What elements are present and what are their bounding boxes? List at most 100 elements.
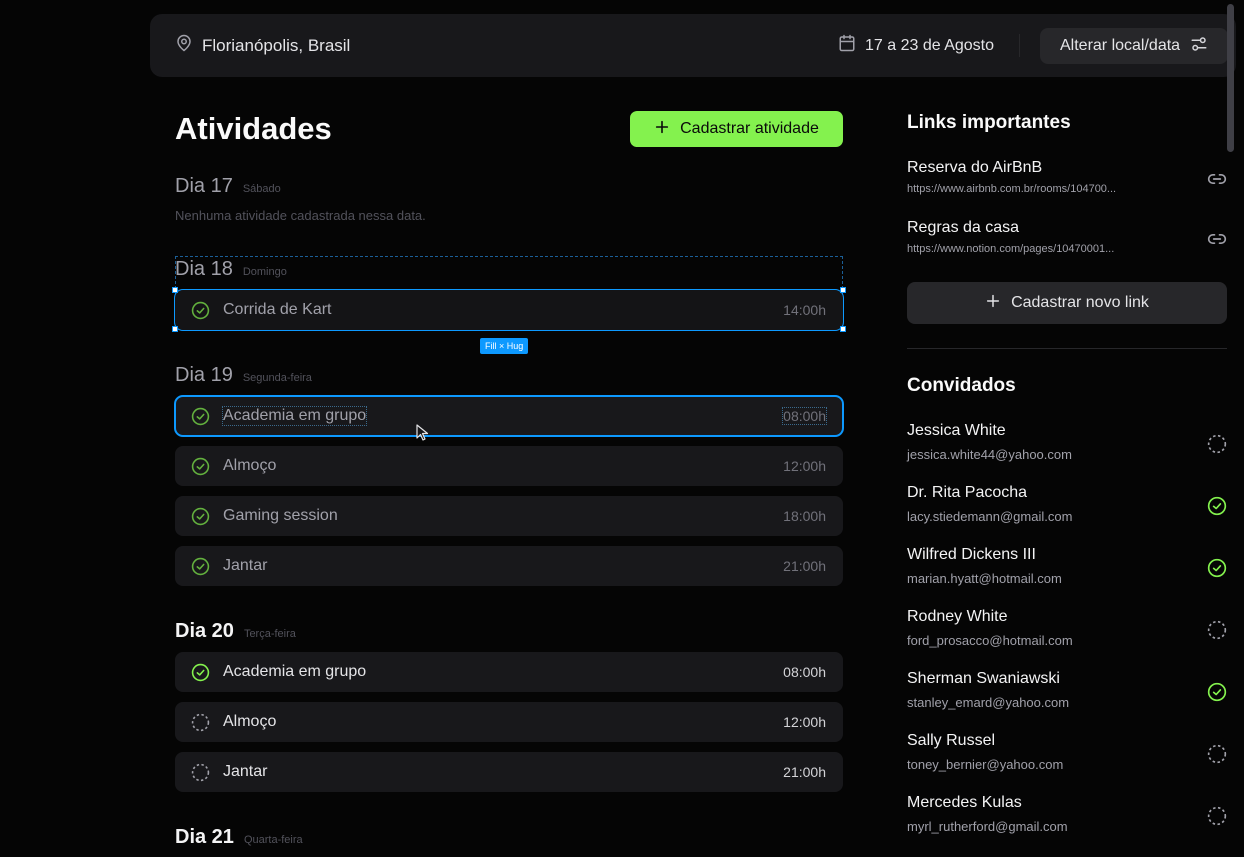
day-weekday: Sábado (242, 183, 281, 195)
guest-item: Wilfred Dickens III marian.hyatt@hotmail… (907, 546, 1227, 596)
change-button-label: Alterar local/data (1060, 37, 1181, 54)
day-weekday: Segunda-feira (242, 372, 312, 384)
guest-email: myrl_rutherford@gmail.com (907, 819, 1068, 834)
guest-item: Sherman Swaniawski stanley_emard@yahoo.c… (907, 670, 1227, 720)
dashed-circle-icon (191, 713, 210, 732)
guest-name: Wilfred Dickens III (907, 546, 1036, 563)
guest-email: stanley_emard@yahoo.com (907, 695, 1070, 710)
check-circle-icon (191, 407, 210, 426)
activity-row[interactable]: Jantar 21:00h (175, 752, 843, 792)
day-header: Dia 18 Domingo (175, 258, 287, 281)
link-url[interactable]: https://www.airbnb.com.br/rooms/104700..… (907, 183, 1227, 195)
resize-handle[interactable] (172, 326, 178, 332)
add-link-label: Cadastrar novo link (1011, 294, 1149, 311)
guest-name: Jessica White (907, 422, 1006, 439)
activity-row[interactable]: Academia em grupo 08:00h (175, 652, 843, 692)
day-weekday: Terça-feira (243, 628, 296, 640)
resize-handle[interactable] (172, 287, 178, 293)
check-circle-icon (1207, 496, 1227, 516)
activity-time: 08:00h (782, 407, 827, 425)
link-icon[interactable] (1207, 229, 1227, 254)
activity-time: 08:00h (783, 664, 826, 680)
scrollbar[interactable] (1227, 4, 1234, 152)
activity-time: 12:00h (783, 714, 826, 730)
dates-text: 17 a 23 de Agosto (865, 36, 994, 54)
check-circle-icon (191, 507, 210, 526)
link-icon[interactable] (1207, 169, 1227, 194)
day-weekday: Quarta-feira (243, 834, 303, 846)
day-label: Dia 20 (175, 620, 234, 642)
guest-email: jessica.white44@yahoo.com (907, 447, 1072, 462)
day-label: Dia 18 (175, 258, 233, 280)
dashed-circle-icon (1207, 744, 1227, 764)
guest-email: toney_bernier@yahoo.com (907, 757, 1064, 772)
check-circle-icon (191, 663, 210, 682)
plus-icon (985, 293, 1001, 314)
day-label: Dia 21 (175, 826, 234, 848)
link-item[interactable]: Reserva do AirBnB https://www.airbnb.com… (907, 159, 1227, 195)
activity-row[interactable]: Academia em grupo 08:00h (174, 395, 844, 437)
add-activity-label: Cadastrar atividade (680, 120, 819, 137)
guest-item: Sally Russel toney_bernier@yahoo.com (907, 732, 1227, 782)
sidebar-divider (907, 348, 1227, 349)
activity-time: 21:00h (783, 764, 826, 780)
guest-email: ford_prosacco@hotmail.com (907, 633, 1073, 648)
sliders-icon (1190, 35, 1208, 58)
calendar-icon (838, 34, 856, 57)
check-circle-icon (191, 301, 210, 320)
guest-email: lacy.stiedemann@gmail.com (907, 509, 1073, 524)
guest-name: Rodney White (907, 608, 1008, 625)
add-activity-button[interactable]: Cadastrar atividade (630, 111, 843, 147)
day-label: Dia 19 (175, 364, 233, 386)
dashed-circle-icon (1207, 806, 1227, 826)
link-item[interactable]: Regras da casa https://www.notion.com/pa… (907, 219, 1227, 255)
day-header: Dia 17 Sábado (175, 175, 281, 198)
day-weekday: Domingo (242, 266, 287, 278)
header-divider (1019, 34, 1020, 57)
activity-row[interactable]: Corrida de Kart 14:00h (174, 289, 844, 331)
resize-handle[interactable] (840, 287, 846, 293)
location-text: Florianópolis, Brasil (202, 35, 351, 55)
guest-item: Jessica White jessica.white44@yahoo.com (907, 422, 1227, 472)
links-title: Links importantes (907, 112, 1071, 133)
activity-row[interactable]: Almoço 12:00h (175, 702, 843, 742)
link-title: Regras da casa (907, 219, 1020, 236)
guest-name: Sally Russel (907, 732, 996, 749)
location: Florianópolis, Brasil (175, 34, 350, 57)
empty-day-message: Nenhuma atividade cadastrada nessa data. (175, 208, 426, 223)
dashed-circle-icon (1207, 434, 1227, 454)
activity-name: Almoço (223, 713, 277, 730)
map-pin-icon (175, 34, 193, 57)
resize-handle[interactable] (840, 326, 846, 332)
activity-name: Corrida de Kart (223, 301, 332, 318)
activity-row[interactable]: Almoço 12:00h (175, 446, 843, 486)
activity-row[interactable]: Gaming session 18:00h (175, 496, 843, 536)
size-tag: Fill × Hug (480, 338, 529, 354)
day-header: Dia 21 Quarta-feira (175, 826, 303, 849)
activity-name: Jantar (223, 763, 268, 780)
guest-item: Mercedes Kulas myrl_rutherford@gmail.com (907, 794, 1227, 844)
guests-title: Convidados (907, 375, 1016, 396)
activity-name: Gaming session (223, 507, 338, 524)
day-header: Dia 19 Segunda-feira (175, 364, 312, 387)
activity-name: Jantar (223, 557, 268, 574)
link-title: Reserva do AirBnB (907, 159, 1043, 176)
check-circle-icon (1207, 682, 1227, 702)
add-link-button[interactable]: Cadastrar novo link (907, 282, 1227, 324)
activity-time: 12:00h (783, 458, 826, 474)
check-circle-icon (191, 457, 210, 476)
day-header: Dia 20 Terça-feira (175, 620, 296, 643)
guest-item: Rodney White ford_prosacco@hotmail.com (907, 608, 1227, 658)
change-location-date-button[interactable]: Alterar local/data (1040, 28, 1228, 64)
dashed-circle-icon (191, 763, 210, 782)
mouse-cursor-icon (416, 424, 432, 447)
guest-name: Sherman Swaniawski (907, 670, 1060, 687)
activity-name: Academia em grupo (223, 663, 367, 680)
plus-icon (654, 119, 670, 140)
guest-name: Dr. Rita Pacocha (907, 484, 1028, 501)
activity-row[interactable]: Jantar 21:00h (175, 546, 843, 586)
link-url[interactable]: https://www.notion.com/pages/10470001... (907, 243, 1227, 255)
activity-time: 14:00h (783, 302, 826, 318)
guest-name: Mercedes Kulas (907, 794, 1022, 811)
check-circle-icon (1207, 558, 1227, 578)
